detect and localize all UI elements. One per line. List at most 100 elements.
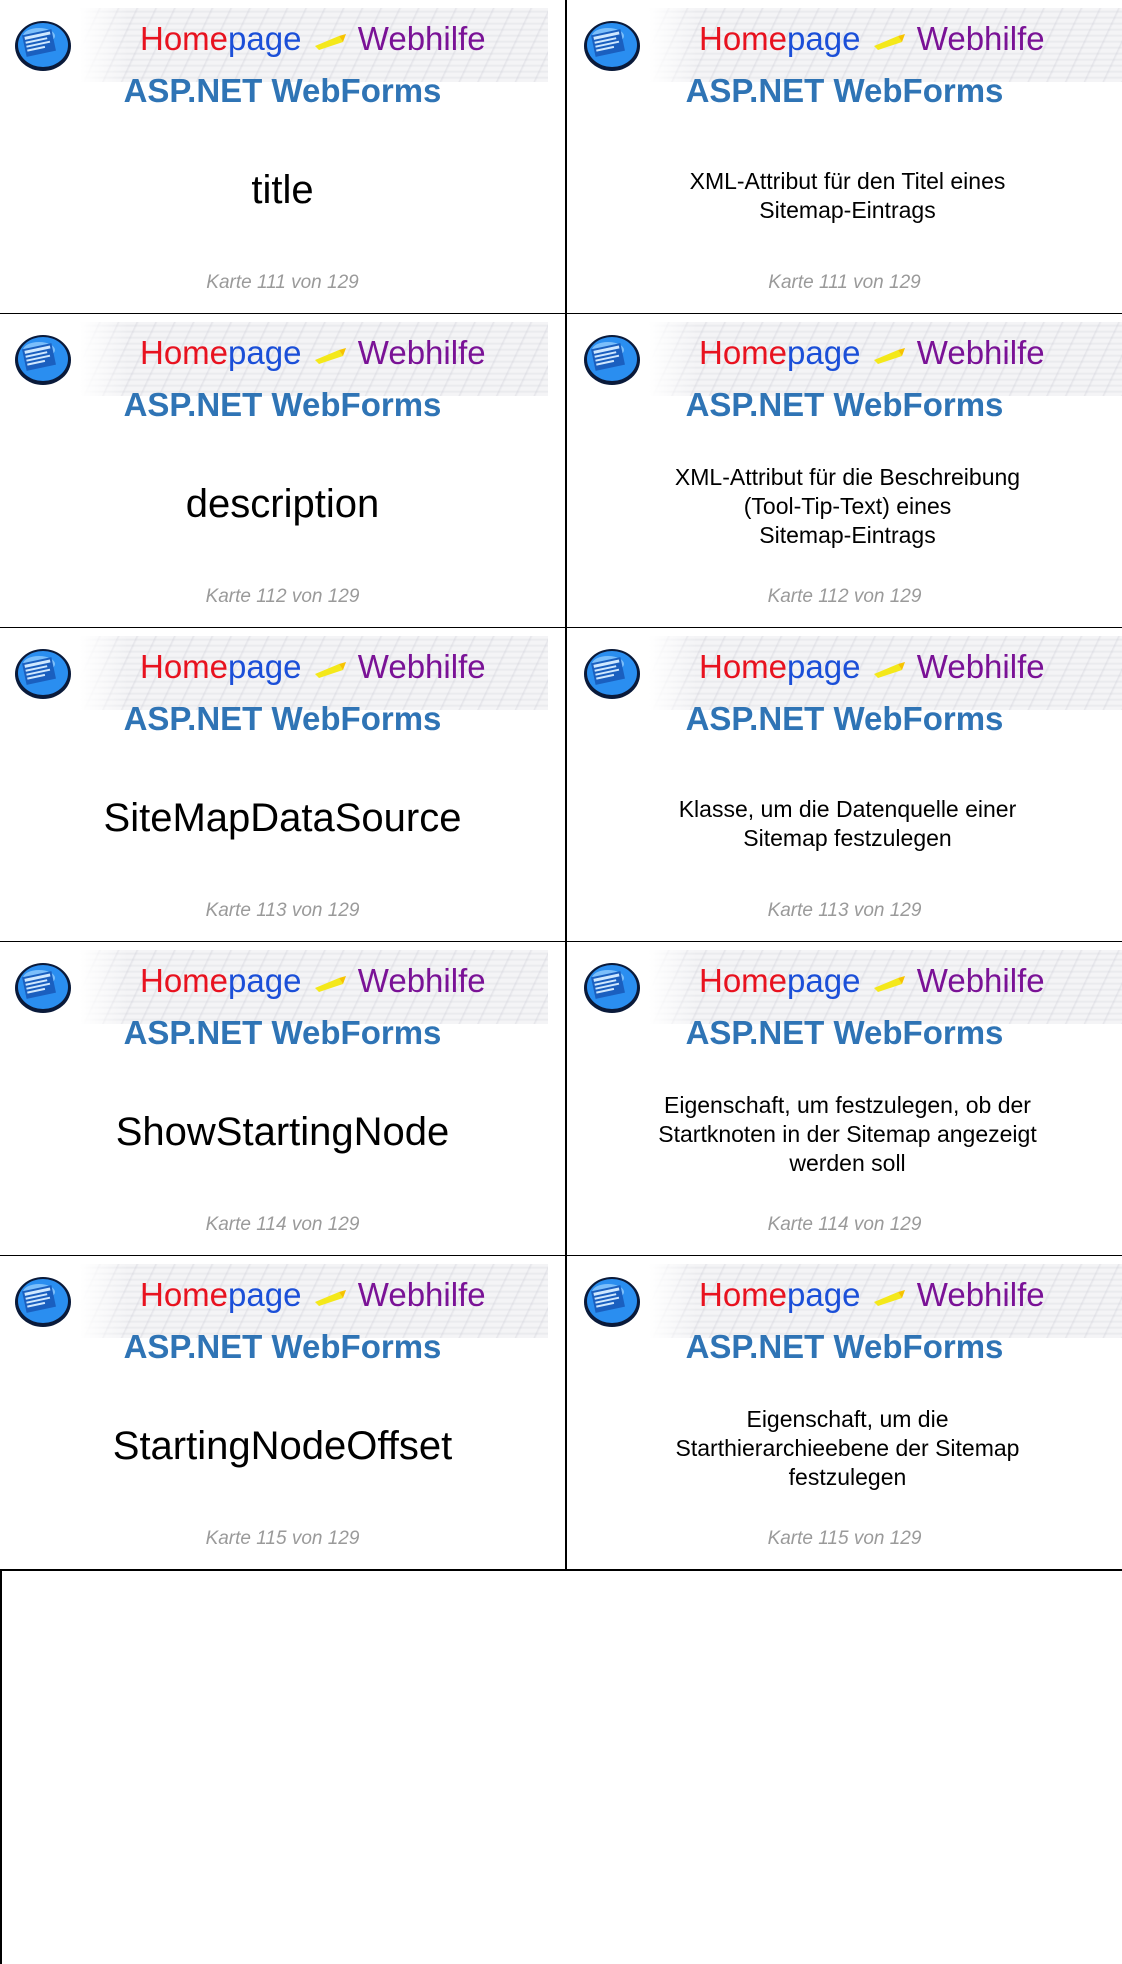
pencil-icon (314, 34, 346, 51)
card-subject: ASP.NET WebForms (685, 1328, 1004, 1365)
banner: Homepage Webhilfe (8, 322, 548, 396)
brand-wordmark: Homepage Webhilfe (699, 962, 1045, 1000)
card-subject: ASP.NET WebForms (685, 386, 1004, 423)
card-front: Homepage Webhilfe ASP.NET WebForms ShowSt… (0, 942, 567, 1256)
brand-wordmark: Homepage Webhilfe (140, 20, 486, 58)
brand-home: Home (140, 1276, 229, 1313)
card-subject: ASP.NET WebForms (685, 72, 1004, 109)
brand-webhilfe: Webhilfe (357, 648, 486, 685)
card-subject: ASP.NET WebForms (123, 1014, 442, 1051)
brand-page: page (787, 962, 861, 999)
brand-home: Home (699, 1276, 788, 1313)
card-number: Karte 113 von 129 (767, 900, 922, 921)
card-number: Karte 114 von 129 (205, 1214, 360, 1235)
card-term: SiteMapDataSource (103, 796, 462, 840)
card-term: title (251, 168, 314, 212)
brand-wordmark: Homepage Webhilfe (699, 334, 1045, 372)
brand-webhilfe: Webhilfe (357, 962, 486, 999)
brand-webhilfe: Webhilfe (916, 648, 1045, 685)
answer-line: Startknoten in der Sitemap angezeigt (658, 1120, 1037, 1147)
card-subject: ASP.NET WebForms (685, 1014, 1004, 1051)
brand-wordmark: Homepage Webhilfe (699, 20, 1045, 58)
pencil-icon (873, 1290, 905, 1307)
brand-home: Home (699, 334, 788, 371)
card-number: Karte 111 von 129 (206, 272, 359, 293)
card-row: Homepage Webhilfe ASP.NET WebForms ShowSt… (0, 942, 1122, 1256)
answer-line: XML-Attribut für den Titel eines (689, 168, 1006, 194)
pencil-icon (314, 1290, 346, 1307)
banner: Homepage Webhilfe (577, 322, 1122, 396)
card-number: Karte 113 von 129 (205, 900, 360, 921)
card-subject: ASP.NET WebForms (123, 72, 442, 109)
homepage-webhilfe-logo-icon (15, 21, 71, 71)
brand-page: page (228, 334, 302, 371)
brand-webhilfe: Webhilfe (916, 20, 1045, 57)
card-answer: Eigenschaft, um festzulegen, ob der Start… (577, 1091, 1118, 1178)
brand-webhilfe: Webhilfe (357, 20, 486, 57)
card-term: ShowStartingNode (115, 1110, 450, 1154)
pencil-icon (314, 348, 346, 365)
brand-wordmark: Homepage Webhilfe (140, 962, 486, 1000)
brand-webhilfe: Webhilfe (916, 962, 1045, 999)
homepage-webhilfe-logo-icon (584, 21, 640, 71)
brand-home: Home (140, 648, 229, 685)
card-answer: Klasse, um die Datenquelle einer Sitemap … (577, 795, 1118, 853)
card-front: Homepage Webhilfe ASP.NET WebForms SiteMa… (0, 628, 567, 942)
banner: Homepage Webhilfe (577, 636, 1122, 710)
banner: Homepage Webhilfe (577, 8, 1122, 82)
brand-wordmark: Homepage Webhilfe (140, 1276, 486, 1314)
brand-home: Home (699, 962, 788, 999)
card-number: Karte 111 von 129 (768, 272, 921, 293)
card-front: Homepage Webhilfe ASP.NET WebForms descri… (0, 314, 567, 628)
answer-line: Sitemap-Eintrags (759, 521, 936, 548)
row-divider (0, 1569, 1122, 1571)
card-subject: ASP.NET WebForms (123, 386, 442, 423)
card-row: Homepage Webhilfe ASP.NET WebForms SiteMa… (0, 628, 1122, 942)
pencil-icon (873, 662, 905, 679)
flashcard-sheet: Homepage Webhilfe ASP.NET WebForms title K… (0, 0, 1122, 1964)
answer-line: Eigenschaft, um die (746, 1405, 949, 1432)
pencil-icon (873, 348, 905, 365)
brand-page: page (787, 648, 861, 685)
card-front: Homepage Webhilfe ASP.NET WebForms Starti… (0, 1256, 567, 1570)
card-number: Karte 114 von 129 (767, 1214, 922, 1235)
banner: Homepage Webhilfe (8, 1264, 548, 1338)
pencil-icon (873, 976, 905, 993)
homepage-webhilfe-logo-icon (584, 649, 640, 699)
card-number: Karte 112 von 129 (205, 586, 360, 607)
pencil-icon (314, 662, 346, 679)
brand-home: Home (140, 962, 229, 999)
answer-line: XML-Attribut für die Beschreibung (674, 463, 1021, 490)
brand-page: page (787, 20, 861, 57)
card-back: Homepage Webhilfe ASP.NET WebForms Klasse… (567, 628, 1122, 942)
card-back: Homepage Webhilfe ASP.NET WebForms Eigens… (567, 942, 1122, 1256)
answer-line: Starthierarchieebene der Sitemap (675, 1434, 1020, 1461)
homepage-webhilfe-logo-icon (15, 963, 71, 1013)
card-back: Homepage Webhilfe ASP.NET WebForms XML-At… (567, 314, 1122, 628)
card-row: Homepage Webhilfe ASP.NET WebForms Starti… (0, 1256, 1122, 1570)
brand-wordmark: Homepage Webhilfe (140, 334, 486, 372)
answer-line: werden soll (789, 1149, 906, 1176)
brand-webhilfe: Webhilfe (916, 1276, 1045, 1313)
card-number: Karte 112 von 129 (767, 586, 922, 607)
homepage-webhilfe-logo-icon (584, 963, 640, 1013)
answer-line: festzulegen (788, 1463, 907, 1490)
homepage-webhilfe-logo-icon (584, 335, 640, 385)
brand-webhilfe: Webhilfe (357, 334, 486, 371)
card-answer: XML-Attribut für die Beschreibung (Tool-T… (577, 463, 1118, 550)
answer-line: Sitemap festzulegen (743, 825, 952, 851)
card-number: Karte 115 von 129 (205, 1528, 360, 1549)
card-answer: Eigenschaft, um die Starthierarchieebene … (577, 1405, 1118, 1492)
answer-line: Sitemap-Eintrags (759, 197, 936, 223)
card-row: Homepage Webhilfe ASP.NET WebForms descri… (0, 314, 1122, 628)
banner: Homepage Webhilfe (577, 950, 1122, 1024)
card-subject: ASP.NET WebForms (685, 700, 1004, 737)
brand-page: page (228, 20, 302, 57)
brand-wordmark: Homepage Webhilfe (699, 1276, 1045, 1314)
card-subject: ASP.NET WebForms (123, 1328, 442, 1365)
banner: Homepage Webhilfe (8, 950, 548, 1024)
brand-webhilfe: Webhilfe (357, 1276, 486, 1313)
banner: Homepage Webhilfe (577, 1264, 1122, 1338)
homepage-webhilfe-logo-icon (15, 649, 71, 699)
brand-page: page (228, 962, 302, 999)
